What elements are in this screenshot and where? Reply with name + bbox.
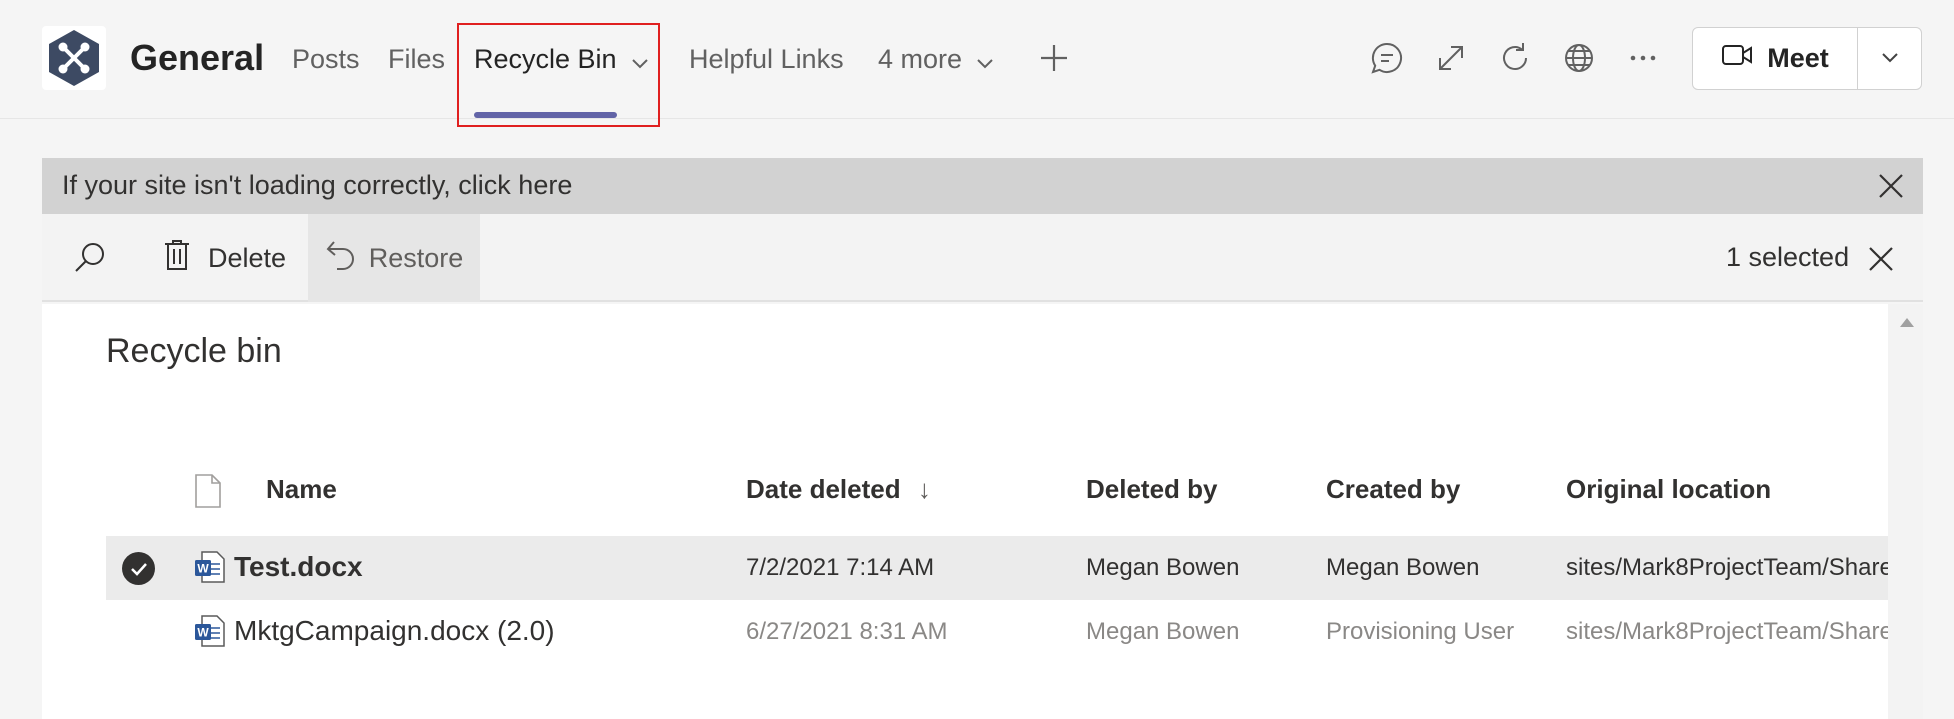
date-deleted: 7/2/2021 7:14 AM <box>746 554 935 581</box>
restore-label: Restore <box>368 242 464 273</box>
row-checkbox-checked[interactable] <box>122 552 155 585</box>
command-bar: Delete Restore 1 selected <box>42 214 1923 302</box>
sort-descending-icon: ↓ <box>917 474 931 504</box>
table-row[interactable]: W Test.docx 7/2/2021 7:14 AM Megan Bowen… <box>106 536 1888 600</box>
meet-button[interactable]: Meet <box>1693 28 1857 89</box>
highlight-annotation-box <box>457 23 660 127</box>
recycle-bin-content: Recycle bin Name Date deleted ↓ Deleted … <box>42 304 1888 719</box>
tab-more-label: 4 more <box>878 44 963 74</box>
conversation-icon[interactable] <box>1369 40 1405 76</box>
meet-label: Meet <box>1767 43 1829 73</box>
date-deleted: 6/27/2021 8:31 AM <box>746 618 948 645</box>
expand-icon[interactable] <box>1433 40 1469 76</box>
tab-files[interactable]: Files <box>388 44 445 75</box>
team-logo-icon <box>49 30 99 86</box>
original-location: sites/Mark8ProjectTeam/Share <box>1566 618 1888 645</box>
more-options-icon[interactable] <box>1625 40 1661 76</box>
team-logo[interactable] <box>42 26 106 90</box>
undo-icon <box>325 240 357 277</box>
checkmark-icon <box>130 562 147 576</box>
tab-more[interactable]: 4 more <box>878 44 994 76</box>
file-name[interactable]: MktgCampaign.docx (2.0) <box>234 615 555 647</box>
column-header-date-deleted-label: Date deleted <box>746 474 901 504</box>
trash-icon <box>162 238 192 279</box>
svg-text:W: W <box>197 562 209 576</box>
tab-helpful-links[interactable]: Helpful Links <box>689 44 844 75</box>
site-loading-notice: If your site isn't loading correctly, cl… <box>42 158 1923 214</box>
word-document-icon: W <box>194 614 226 653</box>
delete-button[interactable]: Delete <box>162 214 286 302</box>
refresh-icon[interactable] <box>1497 40 1533 76</box>
column-header-original-location[interactable]: Original location <box>1566 474 1771 505</box>
column-header-deleted-by[interactable]: Deleted by <box>1086 474 1218 505</box>
column-header-date-deleted[interactable]: Date deleted ↓ <box>746 474 931 505</box>
column-header-name[interactable]: Name <box>266 474 337 505</box>
scroll-up-arrow-icon[interactable] <box>1900 318 1914 327</box>
vertical-scrollbar[interactable] <box>1888 304 1923 719</box>
channel-header: General Posts Files Recycle Bin Helpful … <box>0 0 1954 127</box>
restore-button[interactable]: Restore <box>308 214 480 302</box>
deleted-by: Megan Bowen <box>1086 618 1240 645</box>
add-tab-icon[interactable] <box>1036 40 1072 76</box>
selection-count: 1 selected <box>1726 242 1850 272</box>
team-name: General <box>130 37 265 78</box>
globe-icon[interactable] <box>1561 40 1597 76</box>
notice-link[interactable]: If your site isn't loading correctly, cl… <box>62 170 572 201</box>
svg-text:W: W <box>197 626 209 640</box>
file-type-header-icon[interactable] <box>194 474 222 513</box>
created-by: Megan Bowen <box>1326 554 1480 581</box>
page-title: Recycle bin <box>106 332 282 370</box>
search-icon[interactable] <box>72 240 108 276</box>
tab-posts[interactable]: Posts <box>292 44 360 75</box>
meet-split-button: Meet <box>1692 27 1922 90</box>
deleted-by: Megan Bowen <box>1086 554 1240 581</box>
file-name[interactable]: Test.docx <box>234 551 363 583</box>
column-header-created-by[interactable]: Created by <box>1326 474 1460 505</box>
created-by: Provisioning User <box>1326 618 1515 645</box>
close-icon[interactable] <box>1875 170 1907 202</box>
chevron-down-icon <box>1881 50 1899 68</box>
video-camera-icon <box>1721 42 1753 75</box>
original-location: sites/Mark8ProjectTeam/Share <box>1566 554 1888 581</box>
chevron-down-icon <box>976 45 994 76</box>
word-document-icon: W <box>194 550 226 589</box>
meet-options-button[interactable] <box>1858 28 1922 89</box>
delete-label: Delete <box>208 242 287 273</box>
clear-selection-icon[interactable] <box>1866 244 1896 279</box>
table-row[interactable]: W MktgCampaign.docx (2.0) 6/27/2021 8:31… <box>106 600 1888 664</box>
